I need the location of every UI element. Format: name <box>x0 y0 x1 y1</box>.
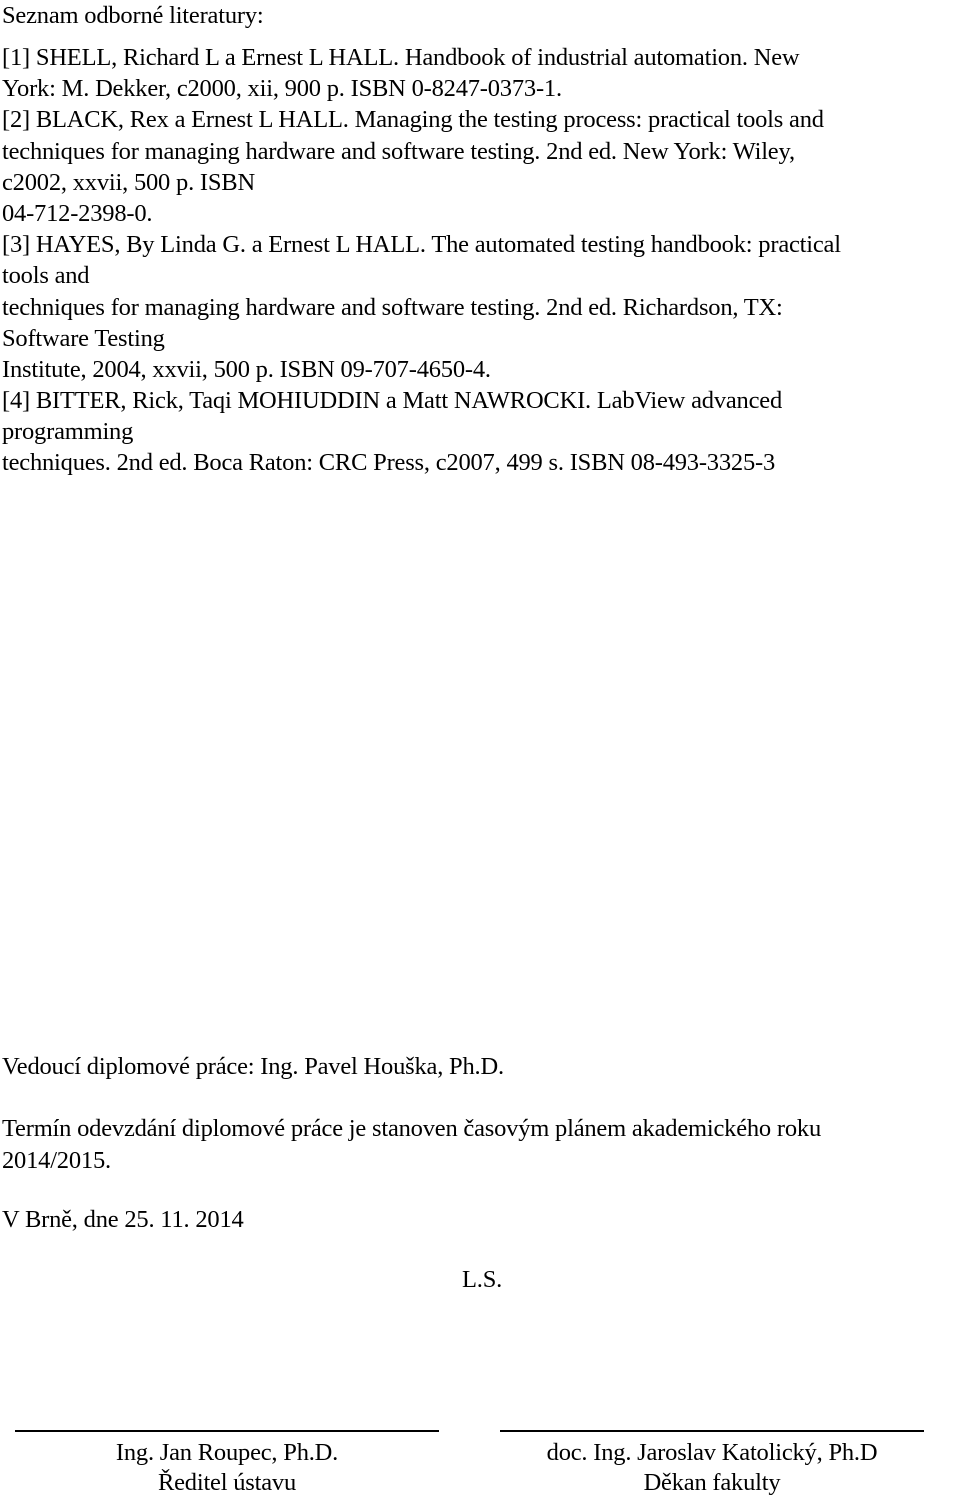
signatory-role: Ředitel ústavu <box>157 1469 297 1496</box>
reference-line: tools and <box>2 262 90 290</box>
reference-line: [4] BITTER, Rick, Taqi MOHIUDDIN a Matt … <box>2 387 782 415</box>
reference-item-2: [2] BLACK, Rex a Ernest L HALL. Managing… <box>2 104 841 229</box>
signatory-name: doc. Ing. Jaroslav Katolický, Ph.D <box>546 1439 878 1466</box>
signature-line <box>15 1430 439 1432</box>
place-date-text: V Brně, dne 25. 11. 2014 <box>2 1206 244 1233</box>
reference-line: Software Testing <box>2 324 165 352</box>
reference-line: [1] SHELL, Richard L a Ernest L HALL. Ha… <box>2 44 800 71</box>
reference-line: 04-712-2398-0. <box>2 199 153 227</box>
reference-line: techniques for managing hardware and sof… <box>2 137 795 165</box>
supervisor-text: Vedoucí diplomové práce: Ing. Pavel Houš… <box>2 1053 504 1080</box>
academic-year-text: 2014/2015. <box>2 1147 111 1174</box>
reference-line: c2002, xxvii, 500 p. ISBN <box>2 168 255 196</box>
reference-line: techniques. 2nd ed. Boca Raton: CRC Pres… <box>2 449 776 477</box>
reference-list: [1] SHELL, Richard L a Ernest L HALL. Ha… <box>2 42 841 479</box>
signature-block-director: Ing. Jan Roupec, Ph.D. Ředitel ústavu <box>15 1430 439 1498</box>
signatory-role: Děkan fakulty <box>643 1469 781 1496</box>
seal-mark: L.S. <box>462 1266 503 1293</box>
document-page: Seznam odborné literatury: [1] SHELL, Ri… <box>0 0 960 1499</box>
reference-line: programming <box>2 418 134 446</box>
literature-heading: Seznam odborné literatury: <box>2 2 264 29</box>
reference-line: techniques for managing hardware and sof… <box>2 293 783 321</box>
reference-item-1: [1] SHELL, Richard L a Ernest L HALL. Ha… <box>2 42 841 104</box>
signature-block-dean: doc. Ing. Jaroslav Katolický, Ph.D Děkan… <box>500 1430 924 1498</box>
deadline-text: Termín odevzdání diplomové práce je stan… <box>2 1115 821 1142</box>
reference-line: [3] HAYES, By Linda G. a Ernest L HALL. … <box>2 231 841 259</box>
reference-item-3: [3] HAYES, By Linda G. a Ernest L HALL. … <box>2 229 841 385</box>
reference-item-4: [4] BITTER, Rick, Taqi MOHIUDDIN a Matt … <box>2 385 841 479</box>
signatory-name: Ing. Jan Roupec, Ph.D. <box>115 1439 339 1466</box>
reference-line: Institute, 2004, xxvii, 500 p. ISBN 09-7… <box>2 355 491 383</box>
signature-line <box>500 1430 924 1432</box>
reference-line: York: M. Dekker, c2000, xii, 900 p. ISBN… <box>2 75 562 103</box>
reference-line: [2] BLACK, Rex a Ernest L HALL. Managing… <box>2 106 824 134</box>
